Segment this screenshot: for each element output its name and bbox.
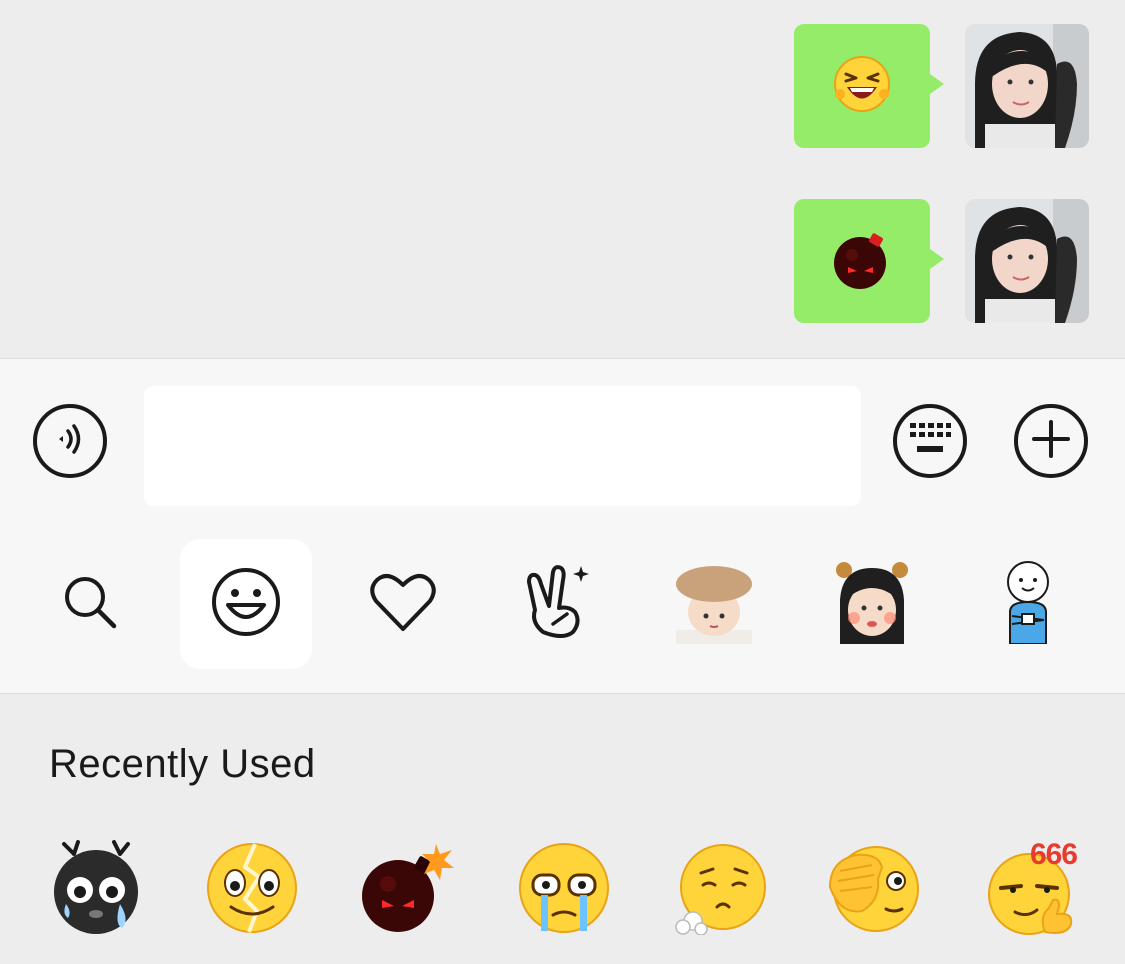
voice-icon [50,419,90,464]
tab-search[interactable] [24,539,156,669]
sigh-emoji-icon [673,841,767,940]
tab-gestures[interactable] [492,539,624,669]
plus-icon [1030,418,1072,465]
keyboard-button[interactable] [893,404,967,478]
keyboard-icon [908,421,952,462]
emoji-item[interactable] [360,842,456,938]
section-title: Recently Used [49,742,316,786]
message-row [789,199,1089,323]
message-input[interactable] [144,386,861,506]
emoji-panel: Recently Used 666 [0,694,1125,964]
tearful-emoji-icon [517,841,611,940]
emoji-item[interactable] [204,842,300,938]
avatar[interactable] [965,24,1089,148]
emoji-item[interactable] [48,839,144,941]
tab-sticker-pack-3[interactable] [962,539,1094,669]
sticker-pack-girl-icon [830,560,914,649]
sticker-pack-cartoon-man-icon [998,560,1058,649]
tab-favorites[interactable] [337,539,469,669]
smiley-icon [209,565,283,644]
666-label: 666 [1029,838,1078,871]
sticker-tabs [0,537,1125,671]
more-button[interactable] [1014,404,1088,478]
emoji-item[interactable] [516,842,612,938]
emoji-item[interactable]: 666 [982,838,1078,938]
search-icon [58,570,122,639]
emoji-item[interactable] [672,842,768,938]
666-emoji-icon: 666 [983,838,1078,938]
input-bar [0,358,1125,694]
crying-black-emoji-icon [50,839,142,941]
facepalm-emoji-icon [826,841,922,940]
bomb-emoji-icon [830,227,894,296]
heart-icon [368,571,438,638]
avatar[interactable] [965,199,1089,323]
sticker-pack-baby-hat-icon [672,560,756,649]
victory-hand-icon [523,562,593,647]
message-bubble[interactable] [794,24,944,148]
laughing-emoji-icon [832,54,892,119]
tab-sticker-pack-2[interactable] [806,539,938,669]
tab-emoji[interactable] [180,539,312,669]
chat-area [0,0,1125,358]
bomb-emoji-icon [360,840,456,941]
message-row [789,24,1089,148]
cracked-smile-emoji-icon [205,841,299,940]
message-bubble[interactable] [794,199,944,323]
emoji-item[interactable] [826,842,922,938]
voice-button[interactable] [33,404,107,478]
tab-sticker-pack-1[interactable] [648,539,780,669]
